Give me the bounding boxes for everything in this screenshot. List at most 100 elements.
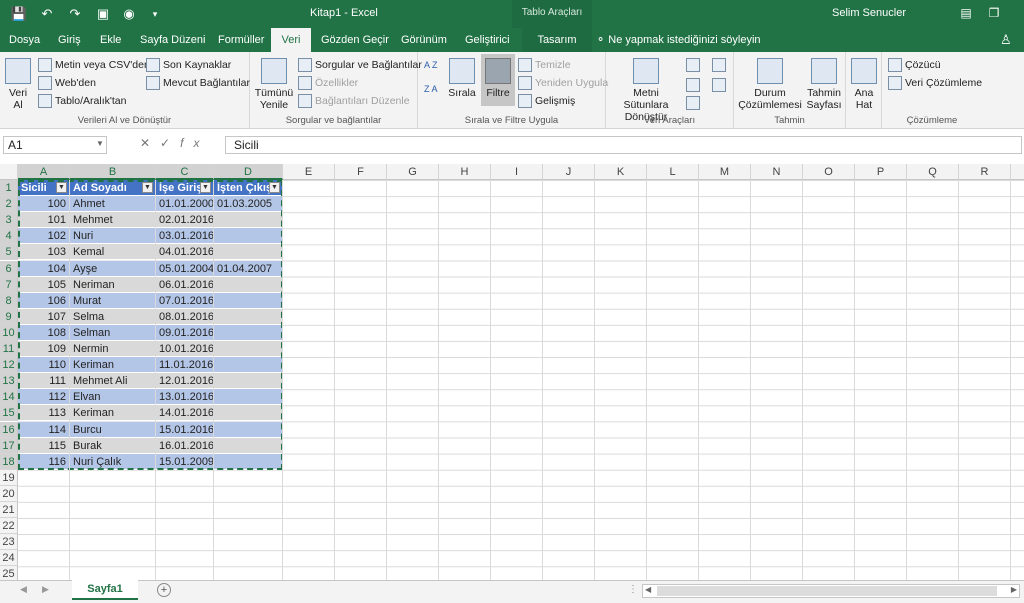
- column-header-r[interactable]: R: [959, 164, 1011, 180]
- row-header[interactable]: 24: [0, 550, 18, 567]
- tab-file[interactable]: Dosya: [1, 28, 48, 52]
- queries-connections-button[interactable]: Sorgular ve Bağlantılar: [298, 58, 422, 72]
- row-header[interactable]: 12: [0, 357, 18, 374]
- row-header[interactable]: 22: [0, 518, 18, 535]
- row-header[interactable]: 11: [0, 341, 18, 357]
- tab-insert[interactable]: Ekle: [92, 28, 129, 52]
- name-box-dropdown-icon[interactable]: ▼: [96, 139, 104, 148]
- horizontal-scrollbar[interactable]: ◀ ▶: [642, 584, 1020, 598]
- remove-duplicates-icon[interactable]: [686, 78, 700, 92]
- row-header[interactable]: 2: [0, 196, 18, 213]
- camera-icon[interactable]: ◉: [120, 5, 138, 23]
- data-validation-icon[interactable]: [686, 96, 700, 110]
- column-header-h[interactable]: H: [439, 164, 491, 180]
- column-header-m[interactable]: M: [699, 164, 751, 180]
- text-to-columns-button[interactable]: Metni Sütunlara Dönüştür: [610, 58, 682, 123]
- sheet-tab[interactable]: Sayfa1: [72, 580, 138, 600]
- row-header[interactable]: 13: [0, 373, 18, 390]
- tab-home[interactable]: Giriş: [50, 28, 89, 52]
- formula-controls[interactable]: ✕✓fx: [140, 136, 209, 154]
- refresh-all-button[interactable]: Tümünü Yenile: [254, 58, 294, 111]
- scroll-right-icon[interactable]: ▶: [1011, 585, 1017, 594]
- tab-formulas[interactable]: Formüller: [210, 28, 272, 52]
- get-data-button[interactable]: Veri Al: [4, 58, 32, 111]
- row-header[interactable]: 4: [0, 228, 18, 245]
- row-header[interactable]: 9: [0, 308, 18, 325]
- edit-links-button[interactable]: Bağlantıları Düzenle: [298, 94, 410, 108]
- row-header[interactable]: 23: [0, 534, 18, 551]
- row-header[interactable]: 15: [0, 405, 18, 422]
- ribbon-display-icon[interactable]: ▤: [958, 6, 974, 20]
- flash-fill-icon[interactable]: [686, 58, 700, 72]
- row-header[interactable]: 16: [0, 421, 18, 438]
- row-header[interactable]: 20: [0, 485, 18, 502]
- column-header-o[interactable]: O: [803, 164, 855, 180]
- tab-design[interactable]: Tasarım: [522, 28, 592, 52]
- tab-review[interactable]: Gözden Geçir: [313, 28, 397, 52]
- add-sheet-icon[interactable]: +: [157, 583, 171, 597]
- data-analysis-button[interactable]: Veri Çözümleme: [888, 76, 982, 90]
- column-header-f[interactable]: F: [335, 164, 387, 180]
- column-header-i[interactable]: I: [491, 164, 543, 180]
- row-header[interactable]: 7: [0, 276, 18, 293]
- name-box[interactable]: A1: [3, 136, 107, 154]
- row-header[interactable]: 19: [0, 469, 18, 486]
- row-header[interactable]: 17: [0, 437, 18, 454]
- save-icon[interactable]: 💾: [10, 5, 28, 23]
- undo-icon[interactable]: ↶: [38, 5, 56, 23]
- advanced-filter-button[interactable]: Gelişmiş: [518, 94, 575, 108]
- restore-window-icon[interactable]: ❐: [986, 6, 1002, 20]
- what-if-button[interactable]: Durum Çözümlemesi: [738, 58, 802, 111]
- row-header[interactable]: 21: [0, 502, 18, 518]
- scroll-thumb[interactable]: [657, 586, 997, 596]
- filter-button[interactable]: Filtre: [481, 54, 515, 106]
- clear-filter-button[interactable]: Temizle: [518, 58, 571, 72]
- touch-mode-icon[interactable]: ▣: [94, 5, 112, 23]
- column-header-d[interactable]: D: [214, 164, 283, 180]
- column-header-g[interactable]: G: [387, 164, 439, 180]
- column-header-q[interactable]: Q: [907, 164, 959, 180]
- column-header-c[interactable]: C: [156, 164, 214, 180]
- column-header-b[interactable]: B: [70, 164, 156, 180]
- row-header[interactable]: 8: [0, 292, 18, 309]
- column-header-l[interactable]: L: [647, 164, 699, 180]
- row-header[interactable]: 25: [0, 566, 18, 580]
- column-header-k[interactable]: K: [595, 164, 647, 180]
- sort-az-button[interactable]: A Z: [424, 60, 438, 70]
- from-table-button[interactable]: Tablo/Aralık'tan: [38, 94, 126, 108]
- row-header[interactable]: 5: [0, 244, 18, 261]
- row-header[interactable]: 6: [0, 260, 18, 277]
- user-name[interactable]: Selim Senucler: [832, 7, 906, 19]
- share-icon[interactable]: ♙: [1000, 32, 1012, 48]
- from-web-button[interactable]: Web'den: [38, 76, 96, 90]
- column-header-j[interactable]: J: [543, 164, 595, 180]
- existing-connections-button[interactable]: Mevcut Bağlantılar: [146, 76, 250, 90]
- consolidate-icon[interactable]: [712, 58, 726, 72]
- column-header-e[interactable]: E: [283, 164, 335, 180]
- row-header[interactable]: 1: [0, 180, 18, 196]
- outline-button[interactable]: Ana Hat: [850, 58, 878, 111]
- formula-input[interactable]: Sicili: [225, 136, 1022, 154]
- tab-view[interactable]: Görünüm: [393, 28, 455, 52]
- sort-za-button[interactable]: Z A: [424, 84, 438, 94]
- row-header[interactable]: 10: [0, 324, 18, 341]
- tab-data[interactable]: Veri: [271, 28, 311, 52]
- column-header-n[interactable]: N: [751, 164, 803, 180]
- scroll-left-icon[interactable]: ◀: [645, 585, 651, 594]
- relationships-icon[interactable]: [712, 78, 726, 92]
- recent-sources-button[interactable]: Son Kaynaklar: [146, 58, 231, 72]
- tab-developer[interactable]: Geliştirici: [457, 28, 518, 52]
- row-header[interactable]: 14: [0, 389, 18, 406]
- split-handle-icon[interactable]: ⋮: [628, 584, 638, 595]
- properties-button[interactable]: Özellikler: [298, 76, 358, 90]
- sort-button[interactable]: Sırala: [446, 58, 478, 99]
- worksheet-grid[interactable]: ABCDEFGHIJKLMNOPQR 1 2 3 4 5 6 7 8 9 10 11 12 13 14 15…: [0, 164, 1024, 580]
- next-sheet-icon[interactable]: ▶: [42, 584, 49, 595]
- solver-button[interactable]: Çözücü: [888, 58, 941, 72]
- row-header[interactable]: 3: [0, 212, 18, 229]
- tab-page-layout[interactable]: Sayfa Düzeni: [132, 28, 213, 52]
- column-header-a[interactable]: A: [18, 164, 70, 180]
- row-header[interactable]: 18: [0, 453, 18, 470]
- forecast-sheet-button[interactable]: Tahmin Sayfası: [804, 58, 844, 111]
- from-text-button[interactable]: Metin veya CSV'den: [38, 58, 150, 72]
